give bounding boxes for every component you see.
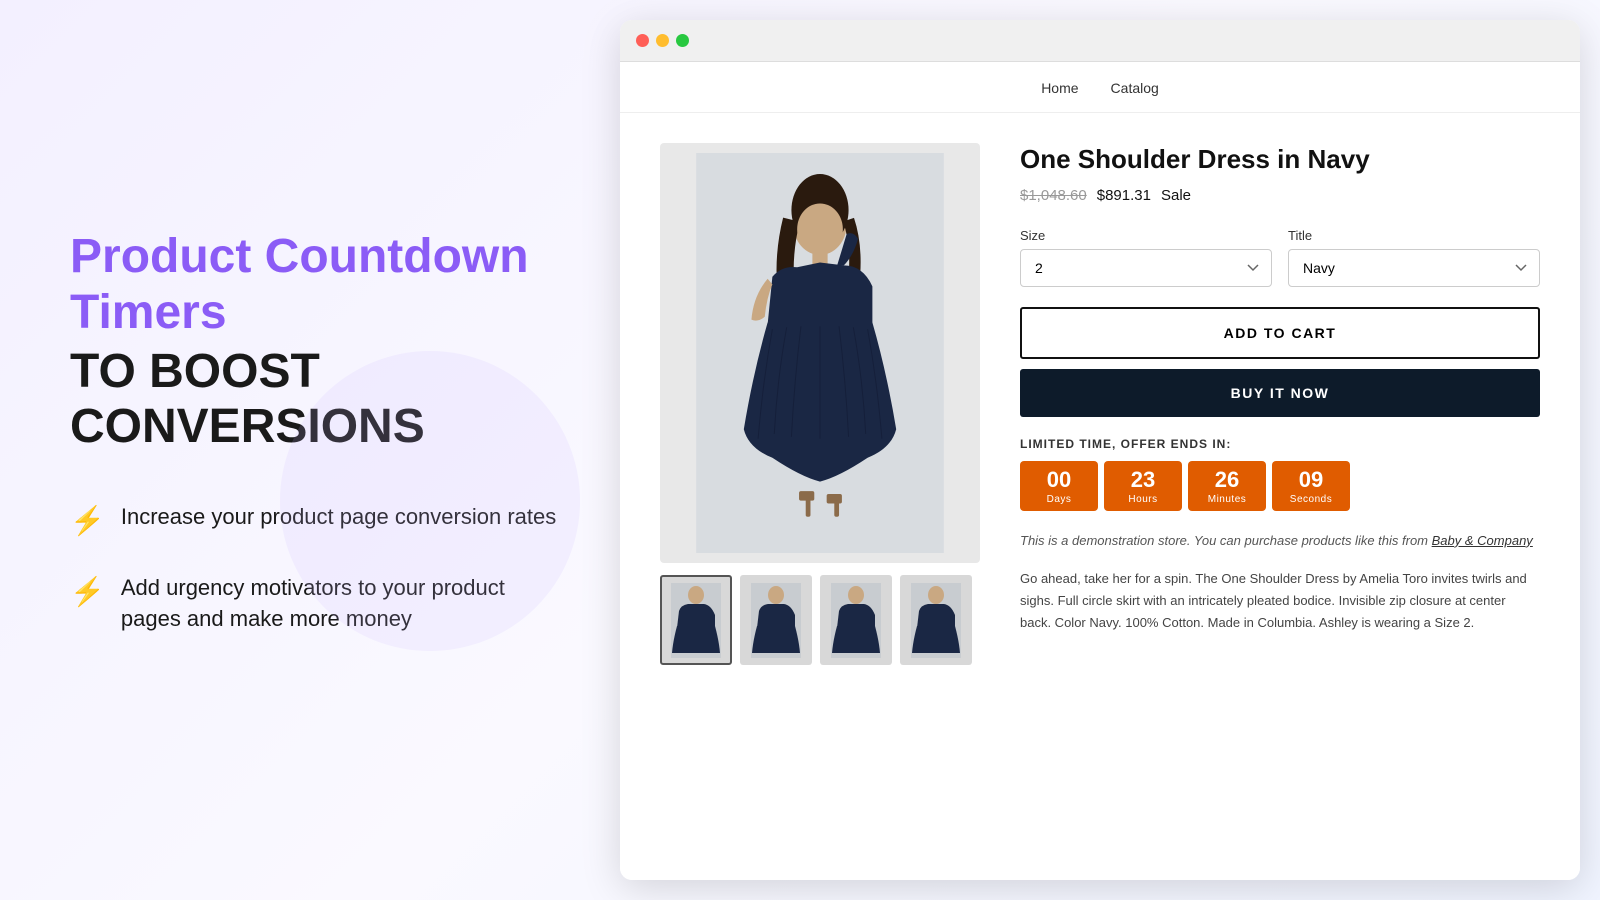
title-select[interactable]: Navy [1288,249,1540,287]
demo-note-link[interactable]: Baby & Company [1432,533,1533,548]
size-select[interactable]: 2 [1020,249,1272,287]
thumbnails [660,575,980,665]
add-to-cart-button[interactable]: ADD TO CART [1020,307,1540,359]
product-images [660,143,980,665]
browser-dots [636,34,689,47]
dot-yellow[interactable] [656,34,669,47]
buy-now-button[interactable]: BUY IT NOW [1020,369,1540,417]
bg-decoration [280,351,580,651]
price-sale-label: Sale [1161,187,1191,204]
product-section: One Shoulder Dress in Navy $1,048.60 $89… [620,113,1580,695]
title-label: Title [1288,228,1540,243]
size-label: Size [1020,228,1272,243]
browser-content: Home Catalog [620,62,1580,880]
store-nav: Home Catalog [620,62,1580,113]
timer-days-label: Days [1024,494,1094,505]
main-product-image [660,143,980,563]
timer-seconds-number: 09 [1276,469,1346,491]
timer-hours-number: 23 [1108,469,1178,491]
timer-days-number: 00 [1024,469,1094,491]
browser-titlebar [620,20,1580,62]
product-description: Go ahead, take her for a spin. The One S… [1020,568,1540,634]
left-panel: Product Countdown Timers TO BOOST CONVER… [0,169,620,730]
lightning-icon-2: ⚡ [70,575,105,608]
timer-seconds: 09 Seconds [1272,461,1350,511]
nav-home[interactable]: Home [1041,80,1078,96]
nav-catalog[interactable]: Catalog [1111,80,1159,96]
countdown-section: LIMITED TIME, OFFER ENDS IN: 00 Days 23 … [1020,437,1540,511]
price-original: $1,048.60 [1020,187,1087,204]
demo-note-text: This is a demonstration store. You can p… [1020,533,1432,548]
thumbnail-3[interactable] [820,575,892,665]
right-panel: Home Catalog [620,0,1600,900]
lightning-icon-1: ⚡ [70,504,105,537]
dot-red[interactable] [636,34,649,47]
size-option-group: Size 2 [1020,228,1272,287]
timer-days: 00 Days [1020,461,1098,511]
countdown-timer: 00 Days 23 Hours 26 Minutes [1020,461,1540,511]
browser-window: Home Catalog [620,20,1580,880]
timer-minutes-label: Minutes [1192,494,1262,505]
timer-hours: 23 Hours [1104,461,1182,511]
thumbnail-1[interactable] [660,575,732,665]
thumbnail-2[interactable] [740,575,812,665]
title-option-group: Title Navy [1288,228,1540,287]
dress-svg [690,153,950,553]
timer-minutes: 26 Minutes [1188,461,1266,511]
countdown-label: LIMITED TIME, OFFER ENDS IN: [1020,437,1540,451]
options-row: Size 2 Title Navy [1020,228,1540,287]
thumbnail-4[interactable] [900,575,972,665]
product-info: One Shoulder Dress in Navy $1,048.60 $89… [1020,143,1540,665]
demo-note: This is a demonstration store. You can p… [1020,531,1540,552]
timer-seconds-label: Seconds [1276,494,1346,505]
timer-hours-label: Hours [1108,494,1178,505]
product-name: One Shoulder Dress in Navy [1020,143,1540,177]
timer-minutes-number: 26 [1192,469,1262,491]
dot-green[interactable] [676,34,689,47]
title-purple: Product Countdown Timers [70,229,560,339]
price-row: $1,048.60 $891.31 Sale [1020,187,1540,204]
price-sale: $891.31 [1097,187,1151,204]
